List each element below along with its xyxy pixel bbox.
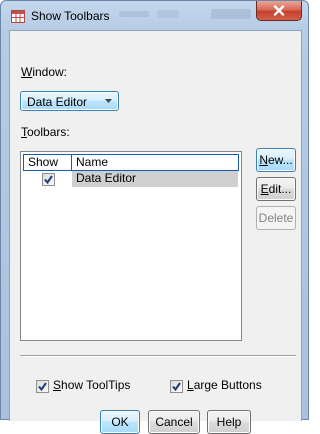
close-icon <box>273 5 285 16</box>
list-header: Show Name <box>23 154 239 171</box>
window-dropdown[interactable]: Data Editor <box>20 91 119 111</box>
toolbars-list[interactable]: Show Name Data Editor <box>20 151 242 341</box>
chevron-down-icon <box>105 99 112 103</box>
show-tooltips-label[interactable]: Show ToolTips <box>53 378 130 392</box>
checkmark-icon <box>38 382 47 392</box>
delete-button[interactable]: Delete <box>256 206 296 230</box>
close-button[interactable] <box>256 1 302 21</box>
show-tooltips-checkbox[interactable] <box>36 380 49 393</box>
checkmark-icon <box>44 175 53 185</box>
help-button[interactable]: Help <box>207 410 251 434</box>
ok-button[interactable]: OK <box>100 410 140 434</box>
dialog-window: Show Toolbars Window: Data Editor Toolba… <box>0 0 309 434</box>
window-label: Window: <box>21 65 68 79</box>
edit-button[interactable]: Edit... <box>256 177 296 201</box>
window-dropdown-value: Data Editor <box>27 95 88 109</box>
window-title: Show Toolbars <box>31 9 110 23</box>
title-bar[interactable]: Show Toolbars <box>1 1 308 30</box>
show-cell <box>24 171 72 187</box>
cancel-button[interactable]: Cancel <box>148 410 200 434</box>
checkmark-icon <box>172 382 181 392</box>
list-item[interactable]: Data Editor <box>24 171 238 187</box>
large-buttons-label[interactable]: Large Buttons <box>187 378 262 392</box>
column-header-show[interactable]: Show <box>24 155 72 170</box>
dialog-client-area: Window: Data Editor Toolbars: Show Name <box>9 30 302 434</box>
show-checkbox[interactable] <box>42 173 55 186</box>
spss-grid-icon <box>11 10 25 23</box>
toolbars-label: Toolbars: <box>21 125 70 139</box>
column-header-name[interactable]: Name <box>72 155 238 170</box>
toolbar-name: Data Editor <box>72 171 238 187</box>
new-button[interactable]: New... <box>256 148 296 172</box>
separator <box>20 355 296 357</box>
large-buttons-checkbox[interactable] <box>170 380 183 393</box>
background-window-ghost <box>119 9 251 19</box>
